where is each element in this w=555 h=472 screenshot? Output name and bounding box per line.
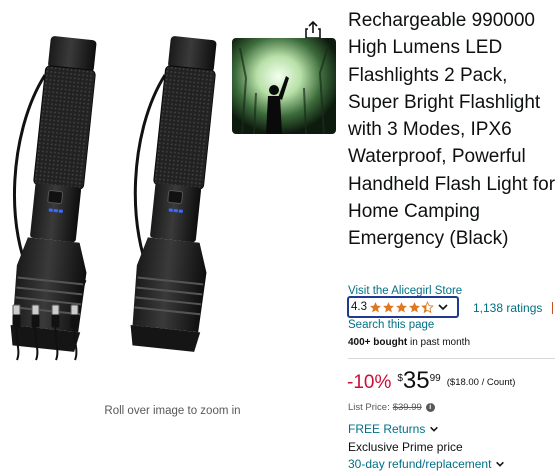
zoom-hint: Roll over image to zoom in [104,405,241,417]
price-block: -10% $ 35 99 ($18.00 / Count) [347,368,515,394]
bought-suffix: in past month [407,337,470,348]
ratings-count-link[interactable]: 1,138 ratings [473,301,542,315]
free-returns-link[interactable]: FREE Returns [348,422,439,436]
star-full-icon [396,301,407,312]
divider [348,358,555,359]
image-gallery: Roll over image to zoom in [0,0,340,472]
list-price: List Price: $39.99 i [348,402,435,413]
price-whole: 35 [402,367,430,394]
bought-count: 400+ bought [348,337,408,348]
free-returns-label: FREE Returns [348,422,426,436]
refund-replacement-link[interactable]: 30-day refund/replacement [348,457,505,471]
star-full-icon [370,301,381,312]
refund-label: 30-day refund/replacement [348,457,492,471]
info-icon[interactable]: i [425,403,435,412]
chevron-down-icon [430,426,439,432]
star-full-icon [383,301,394,312]
prime-price-text: Exclusive Prime price [348,440,463,454]
share-icon[interactable] [304,20,322,40]
rating-value: 4.3 [351,301,367,313]
star-partial-icon [421,300,434,313]
chevron-down-icon [496,461,505,467]
list-price-value: $39.99 [392,402,422,413]
search-this-page-link[interactable]: Search this page [348,319,434,331]
thumbnail-image-night-scene[interactable] [232,38,336,134]
divider [552,302,553,314]
star-full-icon [409,301,420,312]
chevron-down-icon [438,304,448,311]
unit-price: ($18.00 / Count) [446,377,516,388]
bought-in-past-month: 400+ bought in past month [348,337,470,348]
discount-percent: -10% [347,372,392,393]
star-rating [369,300,434,314]
list-price-label: List Price: [348,402,390,413]
price-fraction: 99 [429,373,441,384]
product-title: Rechargeable 990000 High Lumens LED Flas… [348,10,555,250]
rating-popover-trigger[interactable]: 4.3 [347,296,459,318]
